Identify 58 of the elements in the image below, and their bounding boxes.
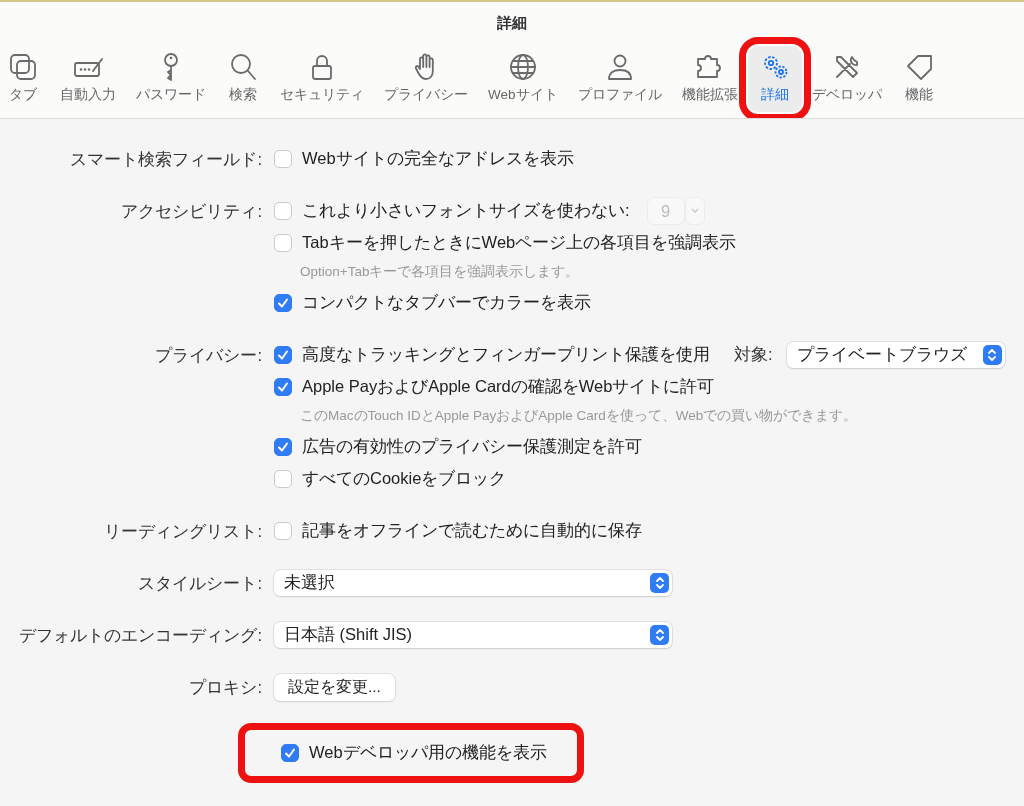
toolbar-tab[interactable]: Webサイト	[478, 46, 568, 112]
checkmark-icon	[277, 381, 289, 393]
checkbox-label: すべてのCookieをブロック	[302, 468, 507, 489]
popup-menu[interactable]: 未選択	[274, 570, 672, 596]
toolbar-tab[interactable]: 機能拡張	[671, 46, 748, 112]
section-label: スマート検索フィールド:	[69, 149, 262, 170]
help-text: Option+Tabキーで各項目を強調表示します。	[299, 263, 581, 281]
toolbar-tab[interactable]: 検索	[216, 46, 270, 112]
checkbox-label: Tabキーを押したときにWebページ上の各項目を強調表示	[302, 232, 737, 253]
checkbox[interactable]	[274, 234, 292, 252]
search-icon	[228, 52, 258, 82]
checkmark-icon	[277, 349, 289, 361]
checkbox-label: Webデベロッパ用の機能を表示	[309, 742, 547, 763]
checkbox[interactable]	[274, 150, 292, 168]
chevron-up-down-icon	[650, 573, 669, 593]
section-label: プライバシー:	[154, 345, 262, 366]
chevron-up-down-icon	[650, 625, 669, 645]
checkbox[interactable]	[274, 346, 292, 364]
checkbox[interactable]	[274, 202, 292, 220]
checkbox[interactable]	[274, 470, 292, 488]
checkmark-icon	[277, 441, 289, 453]
section-label: アクセシビリティ:	[120, 201, 262, 222]
target-label: 対象:	[734, 344, 773, 365]
checkbox-label: これより小さいフォントサイズを使わない:	[302, 200, 630, 221]
checkbox[interactable]	[274, 522, 292, 540]
checkmark-icon	[284, 747, 296, 759]
section-label: デフォルトのエンコーディング:	[18, 625, 262, 646]
chevron-down-icon[interactable]	[685, 198, 704, 224]
checkmark-icon	[277, 297, 289, 309]
toolbar-tab[interactable]: 自動入力	[50, 46, 126, 112]
section-label: スタイルシート:	[137, 573, 262, 594]
chevron-up-down-icon	[982, 345, 1002, 365]
tabs-icon	[8, 52, 38, 82]
checkbox[interactable]	[274, 294, 292, 312]
toolbar-tab[interactable]: タブ	[0, 46, 50, 112]
popup-menu[interactable]: プライベートブラウズ	[786, 342, 1005, 368]
globe-icon	[507, 52, 538, 82]
checkbox[interactable]	[274, 438, 292, 456]
section-label: リーディングリスト:	[103, 521, 262, 542]
change-settings-button[interactable]: 設定を変更...	[274, 673, 395, 701]
help-text: このMacのTouch IDとApple PayおよびApple Cardを使って、Webでの買い物ができます。	[299, 407, 859, 425]
toolbar-tab[interactable]: プロファイル	[567, 46, 672, 112]
toolbar-tab[interactable]: プライバシー	[374, 46, 478, 112]
toolbar-tab[interactable]: パスワード	[126, 46, 216, 112]
toolbar-tab[interactable]: セキュリティ	[270, 46, 374, 112]
checkbox-label: コンパクトなタブバーでカラーを表示	[302, 292, 591, 313]
checkbox-label: 高度なトラッキングとフィンガープリント保護を使用	[302, 344, 710, 365]
popup-menu[interactable]: 日本語 (Shift JIS)	[274, 622, 672, 648]
toolbar-tab[interactable]: デベロッパ	[801, 46, 892, 112]
checkbox[interactable]	[281, 744, 299, 762]
window-title: 詳細	[496, 13, 528, 33]
checkbox-label: 記事をオフラインで読むために自動的に保存	[302, 520, 642, 541]
section-label: プロキシ:	[188, 677, 262, 698]
checkbox-label: Webサイトの完全なアドレスを表示	[302, 148, 574, 169]
toolbar-tab[interactable]: 機能	[891, 46, 946, 112]
checkbox-label: Apple PayおよびApple Cardの確認をWebサイトに許可	[302, 376, 715, 397]
checkbox-label: 広告の有効性のプライバシー保護測定を許可	[302, 436, 642, 457]
checkbox[interactable]	[274, 378, 292, 396]
